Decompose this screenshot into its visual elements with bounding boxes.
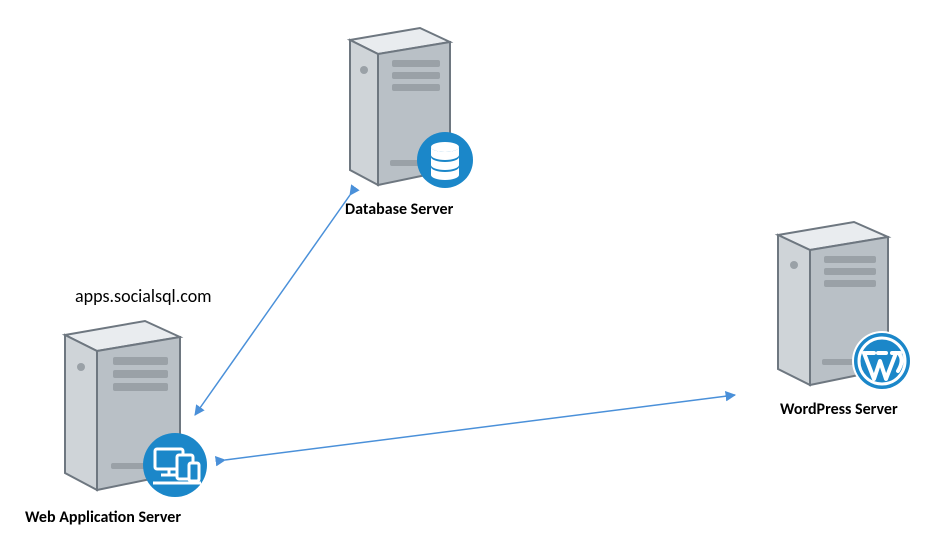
node-wordpress-server [750, 215, 920, 405]
label-wordpress-server: WordPress Server [780, 400, 898, 419]
edge-db-web [195, 195, 350, 415]
server-icon [750, 215, 920, 400]
server-icon [320, 20, 480, 200]
label-database-server: Database Server [345, 200, 453, 219]
node-database-server [320, 20, 480, 205]
label-web-app-server: Web Application Server [25, 508, 181, 527]
server-icon [35, 315, 215, 505]
node-web-app-server [35, 315, 215, 510]
edge-web-wp [225, 395, 735, 460]
annotation-web-app: apps.socialsql.com [75, 285, 212, 307]
